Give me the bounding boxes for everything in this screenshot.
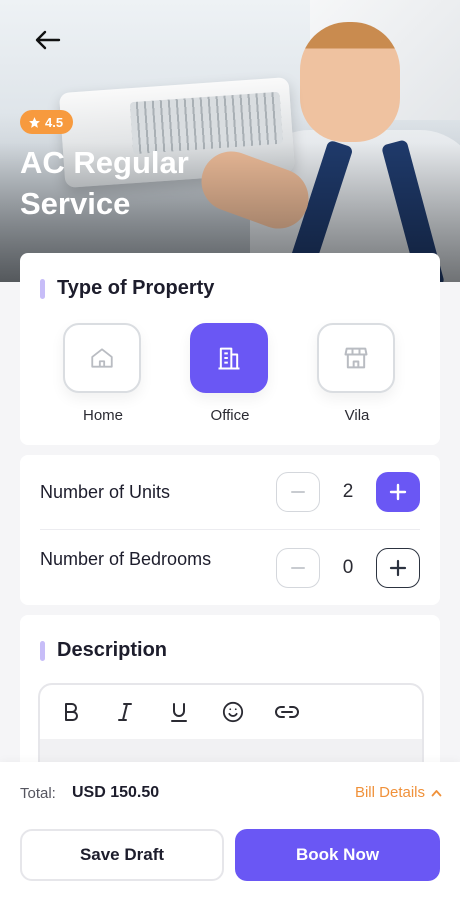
description-card: Description	[20, 615, 440, 793]
property-option-label: Vila	[344, 407, 370, 424]
hero-banner: 4.5 AC Regular Service	[0, 0, 460, 282]
total-value: USD 150.50	[72, 784, 160, 801]
bedrooms-row: Number of Bedrooms 0	[40, 543, 420, 593]
bedrooms-increment-button[interactable]	[376, 548, 420, 588]
save-draft-button[interactable]: Save Draft	[20, 829, 224, 881]
emoji-button[interactable]	[218, 697, 248, 727]
building-icon	[218, 347, 240, 370]
rating-value: 4.5	[45, 114, 64, 130]
link-button[interactable]	[272, 697, 302, 727]
italic-button[interactable]	[110, 697, 140, 727]
units-row: Number of Units 2	[40, 467, 420, 517]
editor-toolbar	[40, 685, 422, 739]
property-option-office[interactable]: Office	[190, 323, 270, 424]
minus-icon	[291, 567, 305, 569]
property-option-vila[interactable]: Vila	[317, 323, 397, 424]
units-decrement-button[interactable]	[276, 472, 320, 512]
book-now-button[interactable]: Book Now	[235, 829, 440, 881]
units-label: Number of Units	[40, 481, 171, 502]
property-type-card: Type of Property Home Office Vila	[20, 253, 440, 445]
total-label: Total:	[20, 785, 56, 802]
bold-button[interactable]	[56, 697, 86, 727]
section-accent-bar	[40, 640, 45, 661]
store-icon	[344, 347, 368, 369]
property-section-header: Type of Property	[40, 277, 214, 300]
property-option-home[interactable]: Home	[63, 323, 143, 424]
units-increment-button[interactable]	[376, 472, 420, 512]
checkout-bar: Total: USD 150.50 Bill Details Save Draf…	[0, 762, 460, 900]
back-button[interactable]	[30, 22, 66, 58]
plus-icon	[389, 559, 407, 577]
bedrooms-value: 0	[342, 557, 354, 578]
description-section-title: Description	[57, 639, 168, 661]
bill-details-label: Bill Details	[354, 784, 425, 801]
underline-button[interactable]	[164, 697, 194, 727]
unit-counts-card: Number of Units 2 Number of Bedrooms 0	[20, 455, 440, 605]
minus-icon	[291, 491, 305, 493]
chevron-up-icon	[431, 789, 442, 796]
arrow-left-icon	[35, 30, 61, 50]
bedrooms-decrement-button[interactable]	[276, 548, 320, 588]
hero-photo-technician-head	[300, 22, 400, 142]
units-value: 2	[342, 481, 354, 502]
italic-icon	[118, 703, 132, 721]
service-title: AC Regular Service	[20, 145, 189, 221]
plus-icon	[389, 483, 407, 501]
home-icon	[91, 348, 113, 368]
rating-badge: 4.5	[20, 110, 74, 134]
property-section-title: Type of Property	[57, 277, 215, 299]
row-divider	[40, 529, 420, 530]
emoji-icon	[222, 701, 244, 723]
section-accent-bar	[40, 278, 45, 299]
bedrooms-label: Number of Bedrooms	[40, 548, 212, 569]
description-section-header: Description	[40, 639, 167, 662]
bold-icon	[65, 703, 78, 721]
underline-icon	[171, 703, 187, 722]
star-icon	[29, 116, 40, 128]
property-option-label: Office	[210, 407, 250, 424]
link-icon	[275, 706, 299, 718]
property-option-label: Home	[82, 407, 123, 424]
bill-details-link[interactable]: Bill Details	[355, 784, 442, 801]
